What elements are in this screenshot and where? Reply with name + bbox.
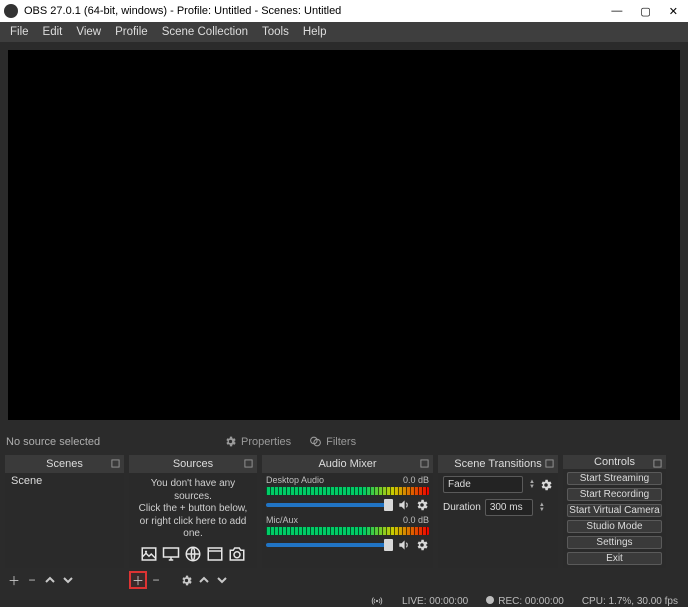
menu-tools[interactable]: Tools — [255, 26, 296, 38]
speaker-icon[interactable] — [397, 538, 411, 552]
mixer-ch1-meter — [266, 487, 429, 495]
filters-button[interactable]: Filters — [301, 433, 364, 450]
menu-scene-collection[interactable]: Scene Collection — [155, 26, 255, 38]
mixer-ch1-slider[interactable] — [266, 503, 393, 507]
context-bar: No source selected Properties Filters — [0, 428, 688, 455]
popout-icon[interactable] — [652, 458, 662, 468]
sources-panel: Sources You don't have any sources. Clic… — [129, 455, 257, 568]
mixer-header: Audio Mixer — [262, 455, 433, 473]
scene-item[interactable]: Scene — [5, 473, 124, 489]
transition-select[interactable]: Fade — [443, 476, 523, 493]
remove-source-button[interactable]: − — [147, 571, 165, 589]
window-icon — [206, 545, 224, 563]
preview-canvas[interactable] — [8, 50, 680, 420]
menu-bar: File Edit View Profile Scene Collection … — [0, 22, 688, 42]
remove-scene-button[interactable]: − — [23, 571, 41, 589]
globe-icon — [184, 545, 202, 563]
broadcast-icon — [370, 594, 384, 607]
start-recording-button[interactable]: Start Recording — [567, 488, 662, 501]
gear-icon — [224, 435, 237, 448]
controls-header: Controls — [563, 455, 666, 469]
scenes-panel: Scenes Scene — [5, 455, 124, 568]
mixer-ch2-slider[interactable] — [266, 543, 393, 547]
gear-icon[interactable] — [415, 538, 429, 552]
exit-button[interactable]: Exit — [567, 552, 662, 565]
mixer-ch1-label: Desktop Audio — [266, 475, 324, 485]
preview-area — [0, 42, 688, 428]
mixer-ch2-meter — [266, 527, 429, 535]
gear-icon[interactable] — [539, 478, 553, 492]
chevron-updown-icon[interactable]: ▲▼ — [539, 503, 545, 513]
menu-help[interactable]: Help — [296, 26, 334, 38]
sources-header: Sources — [129, 455, 257, 473]
start-virtual-camera-button[interactable]: Start Virtual Camera — [567, 504, 662, 517]
minimize-button[interactable]: — — [611, 5, 622, 18]
menu-profile[interactable]: Profile — [108, 26, 155, 38]
menu-edit[interactable]: Edit — [36, 26, 70, 38]
add-source-button[interactable]: ＋ — [129, 571, 147, 589]
image-icon — [140, 545, 158, 563]
popout-icon[interactable] — [419, 458, 429, 468]
status-bar: LIVE: 00:00:00 REC: 00:00:00 CPU: 1.7%, … — [0, 591, 688, 607]
no-source-label: No source selected — [6, 436, 216, 448]
filters-icon — [309, 435, 322, 448]
source-settings-button[interactable] — [177, 571, 195, 589]
display-icon — [162, 545, 180, 563]
duration-label: Duration — [443, 502, 481, 513]
cpu-status: CPU: 1.7%, 30.00 fps — [582, 596, 678, 607]
source-up-button[interactable] — [195, 571, 213, 589]
scenes-header: Scenes — [5, 455, 124, 473]
mixer-ch2-db: 0.0 dB — [403, 515, 429, 525]
controls-panel: Controls Start Streaming Start Recording… — [563, 455, 666, 568]
window-title: OBS 27.0.1 (64-bit, windows) - Profile: … — [24, 5, 611, 17]
mixer-ch2-label: Mic/Aux — [266, 515, 298, 525]
speaker-icon[interactable] — [397, 498, 411, 512]
popout-icon[interactable] — [544, 458, 554, 468]
popout-icon[interactable] — [110, 458, 120, 468]
duration-input[interactable]: 300 ms — [485, 499, 533, 516]
app-icon — [4, 4, 18, 18]
start-streaming-button[interactable]: Start Streaming — [567, 472, 662, 485]
menu-file[interactable]: File — [3, 26, 36, 38]
studio-mode-button[interactable]: Studio Mode — [567, 520, 662, 533]
properties-button[interactable]: Properties — [216, 433, 299, 450]
popout-icon[interactable] — [243, 458, 253, 468]
maximize-button[interactable]: ▢ — [640, 5, 650, 18]
gear-icon[interactable] — [415, 498, 429, 512]
sources-empty[interactable]: You don't have any sources. Click the + … — [129, 473, 257, 568]
transitions-header: Scene Transitions — [438, 455, 558, 473]
source-down-button[interactable] — [213, 571, 231, 589]
menu-view[interactable]: View — [69, 26, 108, 38]
audio-mixer-panel: Audio Mixer Desktop Audio 0.0 dB Mic/Aux 0… — [262, 455, 433, 568]
chevron-updown-icon[interactable]: ▲▼ — [529, 480, 535, 490]
record-dot-icon — [486, 596, 494, 604]
live-status: LIVE: 00:00:00 — [402, 596, 468, 607]
settings-button[interactable]: Settings — [567, 536, 662, 549]
bottom-toolbar: ＋ − ＋ − — [0, 569, 688, 591]
add-scene-button[interactable]: ＋ — [5, 571, 23, 589]
rec-status: REC: 00:00:00 — [498, 596, 564, 607]
close-button[interactable]: ✕ — [669, 5, 678, 18]
title-bar: OBS 27.0.1 (64-bit, windows) - Profile: … — [0, 0, 688, 22]
camera-icon — [228, 545, 246, 563]
mixer-ch1-db: 0.0 dB — [403, 475, 429, 485]
scene-down-button[interactable] — [59, 571, 77, 589]
scene-up-button[interactable] — [41, 571, 59, 589]
transitions-panel: Scene Transitions Fade ▲▼ Duration 300 m… — [438, 455, 558, 568]
